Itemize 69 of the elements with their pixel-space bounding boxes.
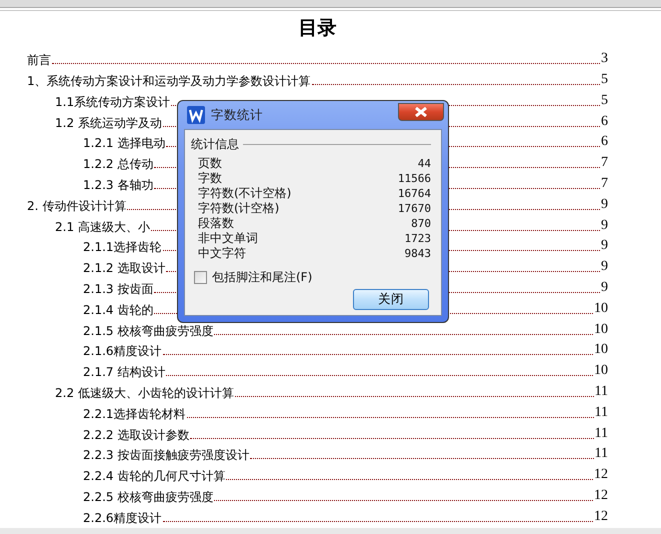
toc-entry[interactable]: 1.2.1 选择电动: [83, 136, 166, 150]
toc-entry[interactable]: 2.2.1选择齿轮材料: [83, 406, 186, 421]
toc-entry[interactable]: 2.1.4 齿轮的: [83, 302, 154, 317]
toc-entry[interactable]: 1.1系统传动方案设计: [55, 94, 170, 109]
group-label: 统计信息: [191, 136, 239, 153]
stat-label: 页数: [198, 156, 222, 171]
stat-value: 870: [411, 216, 431, 231]
toc-entry[interactable]: 2.1.5 校核弯曲疲劳强度: [83, 324, 214, 338]
page-number: 11: [594, 384, 608, 400]
toc-entry[interactable]: 2.1.2 选取设计: [83, 261, 166, 276]
stat-label: 中文字符: [198, 246, 246, 261]
stat-label: 字符数(不计空格): [198, 186, 292, 201]
page-number: 10: [594, 363, 608, 380]
toc-entry[interactable]: 1、系统传动方案设计和运动学及动力学参数设计计算: [27, 74, 311, 88]
stat-value: 17670: [398, 201, 431, 216]
page-number: 5: [601, 92, 608, 109]
app-logo-icon: [187, 106, 205, 124]
toc-entry[interactable]: 2.1.6精度设计: [83, 344, 162, 358]
page-number: 11: [594, 426, 608, 442]
toc-entry[interactable]: 2.1 高速级大、小: [55, 220, 150, 234]
toc-entry[interactable]: 2.2.3 按齿面接触疲劳强度设计: [83, 448, 250, 462]
toc-entry[interactable]: 1.2 系统运动学及动: [55, 116, 162, 130]
page-number: 9: [601, 280, 608, 296]
page-number: 9: [601, 196, 608, 213]
stat-label: 字符数(计空格): [198, 201, 280, 216]
checkbox[interactable]: [194, 271, 207, 284]
page-number: 5: [601, 72, 608, 88]
page-number: 9: [601, 218, 608, 234]
stat-value: 9843: [404, 246, 431, 261]
page-number: 12: [594, 467, 608, 484]
page-number: 11: [594, 446, 608, 462]
page-number: 6: [601, 134, 608, 150]
stat-label: 非中文单词: [198, 231, 258, 246]
toc-entry[interactable]: 2.1.3 按齿面: [83, 282, 154, 296]
close-button[interactable]: [398, 103, 444, 121]
toc-entry[interactable]: 2.1.7 结构设计: [83, 365, 166, 380]
document-title: 目录: [298, 17, 336, 39]
page-number: 7: [601, 176, 608, 192]
page-number: 9: [601, 238, 608, 254]
toc-entry[interactable]: 前言: [27, 53, 51, 68]
page-number: 10: [594, 342, 608, 358]
stat-value: 11566: [398, 171, 431, 186]
page-number: 3: [601, 51, 608, 68]
toc-entry[interactable]: 2.2.5 校核弯曲疲劳强度: [83, 490, 214, 504]
stat-value: 44: [418, 156, 431, 171]
page-number: 11: [594, 404, 608, 421]
toc-entry[interactable]: 1.2.3 各轴功: [83, 178, 154, 192]
stat-label: 段落数: [198, 216, 234, 231]
stat-value: 1723: [404, 231, 431, 246]
page-number: 7: [601, 155, 608, 172]
toc-entry[interactable]: 2.2.2 选取设计参数: [83, 428, 190, 442]
toc-entry[interactable]: 2.2 低速级大、小齿轮的设计计算: [55, 386, 234, 400]
close-icon: [414, 107, 428, 117]
stat-label: 字数: [198, 171, 222, 186]
page-number: 10: [594, 322, 608, 338]
page-number: 6: [601, 114, 608, 130]
page-number: 9: [601, 259, 608, 276]
dialog-title: 字数统计: [211, 106, 263, 124]
toc-entry[interactable]: 2.2.6精度设计: [83, 510, 162, 525]
page-number: 12: [594, 508, 608, 525]
toc-entry[interactable]: 1.2.2 总传动: [83, 157, 154, 172]
toc-entry[interactable]: 2.1.1选择齿轮: [83, 240, 162, 254]
page-number: 10: [594, 300, 608, 317]
toc-entry[interactable]: 2.2.4 齿轮的几何尺寸计算: [83, 469, 226, 484]
close-button[interactable]: 关闭: [353, 289, 429, 310]
stat-value: 16764: [398, 186, 431, 201]
page-number: 12: [594, 488, 608, 504]
checkbox-label[interactable]: 包括脚注和尾注(F): [212, 269, 312, 286]
toc-entry[interactable]: 2. 传动件设计计算: [27, 198, 126, 213]
